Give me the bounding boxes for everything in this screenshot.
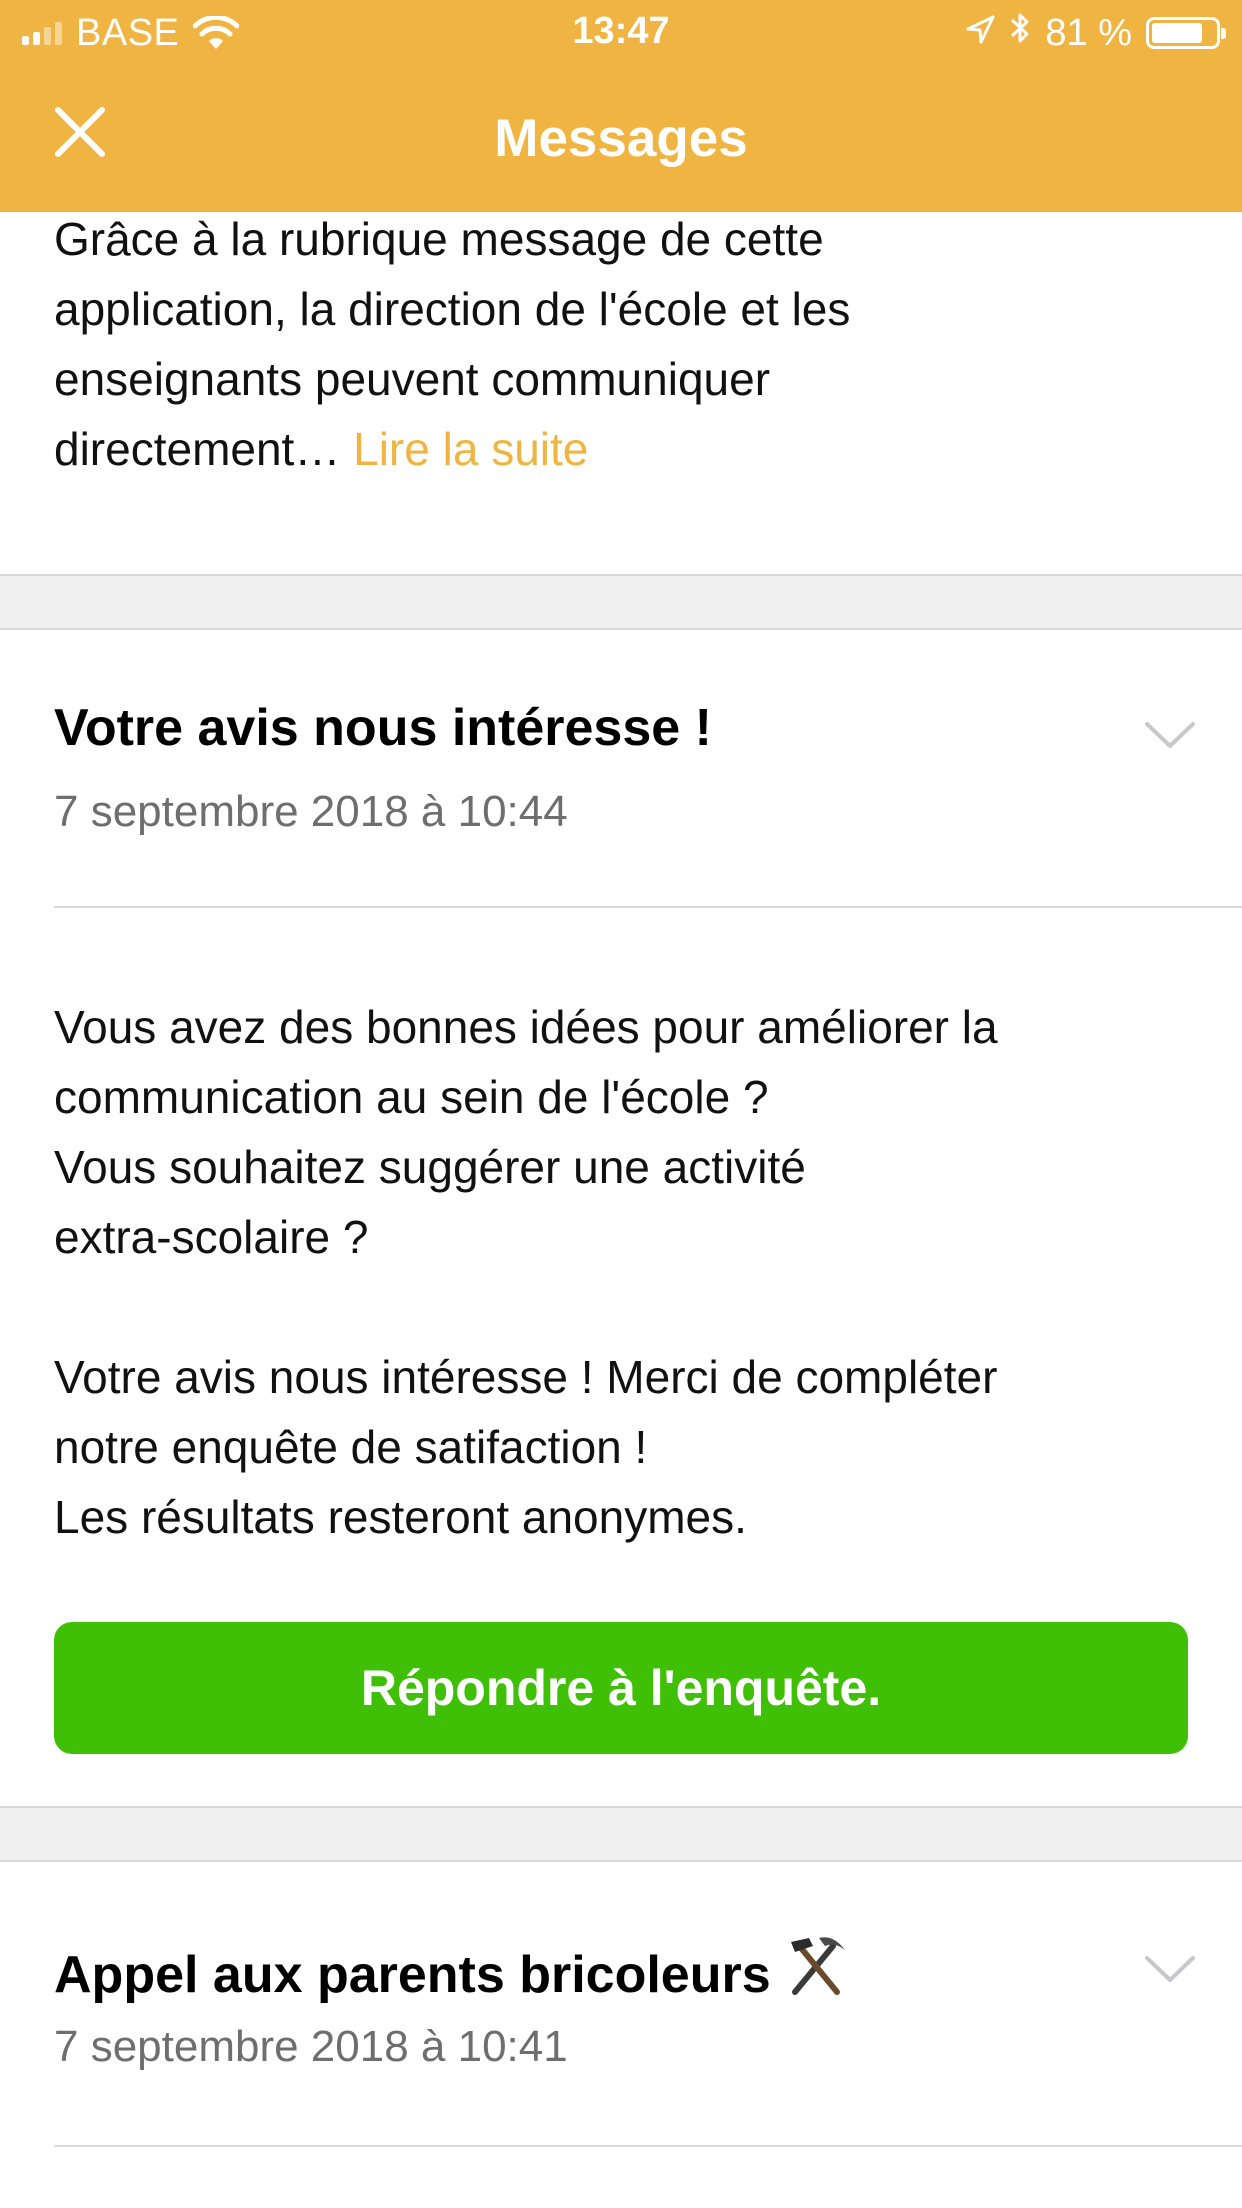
divider	[54, 2145, 1242, 2147]
page-title: Messages	[494, 109, 748, 168]
chevron-down-icon[interactable]	[1138, 1937, 1202, 2001]
message-3-title: Appel aux parents bricoleurs	[54, 1946, 771, 2004]
chevron-down-icon[interactable]	[1138, 703, 1202, 767]
divider	[54, 906, 1242, 908]
message-2-body: Vous avez des bonnes idées pour améliore…	[54, 1001, 998, 1543]
message-2-date: 7 septembre 2018 à 10:44	[54, 787, 568, 836]
status-bar: BASE 13:47 81 %	[0, 0, 1242, 66]
top-bar: BASE 13:47 81 % Messages	[0, 0, 1242, 212]
message-card-1: Grâce à la rubrique message de cette app…	[0, 212, 1242, 574]
messages-screen: BASE 13:47 81 % Messages Grâce à la rubr…	[0, 0, 1242, 2208]
hammer-and-pick-icon	[783, 1932, 849, 2011]
message-2-body-wrap: Vous avez des bonnes idées pour améliore…	[0, 992, 1242, 1552]
status-right: 81 %	[965, 10, 1226, 56]
message-1-body: Grâce à la rubrique message de cette app…	[0, 204, 904, 484]
section-separator	[0, 574, 1242, 630]
message-3-title-row[interactable]: Appel aux parents bricoleurs	[54, 1932, 849, 2011]
message-3-date: 7 septembre 2018 à 10:41	[54, 2022, 568, 2071]
location-arrow-icon	[965, 12, 995, 55]
message-2-title[interactable]: Votre avis nous intéresse !	[54, 698, 712, 758]
battery-icon	[1146, 17, 1226, 49]
nav-bar: Messages	[0, 66, 1242, 212]
battery-percent: 81 %	[1045, 11, 1132, 54]
bluetooth-icon	[1009, 10, 1031, 56]
answer-survey-button[interactable]: Répondre à l'enquête.	[54, 1622, 1188, 1754]
section-separator	[0, 1806, 1242, 1862]
read-more-link[interactable]: Lire la suite	[353, 423, 588, 475]
